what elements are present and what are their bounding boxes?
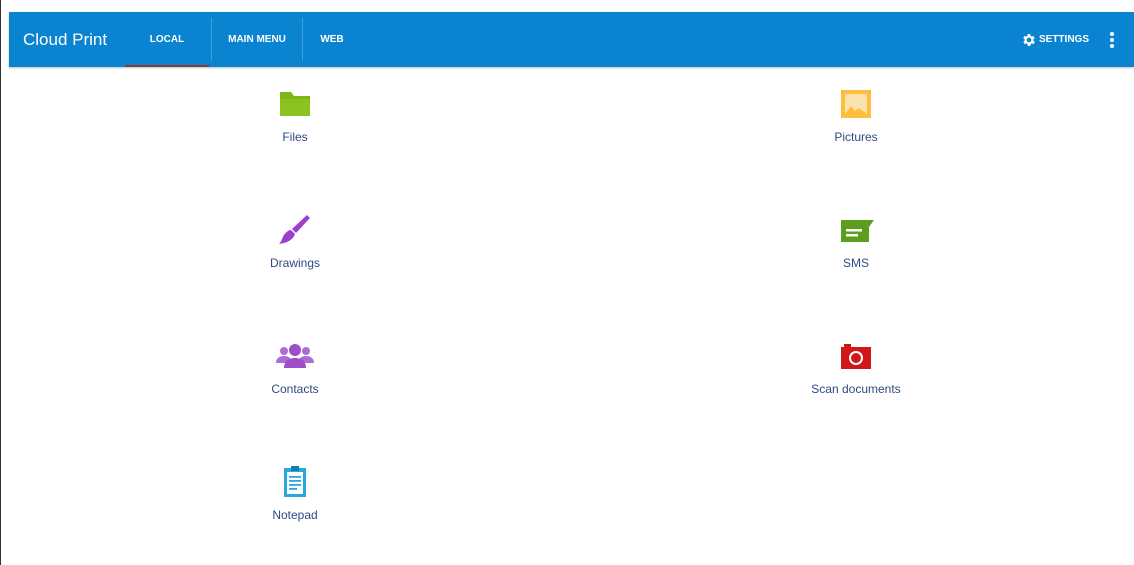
- app-window: Cloud Print LOCAL MAIN MENU WEB SETTINGS…: [0, 0, 1134, 565]
- tile-label: Contacts: [271, 382, 319, 396]
- tile-sms[interactable]: SMS: [756, 214, 956, 294]
- tile-label: Scan documents: [811, 382, 901, 396]
- contacts-icon: [276, 344, 314, 368]
- tab-web[interactable]: WEB: [303, 12, 361, 67]
- tile-pictures[interactable]: Pictures: [756, 88, 956, 168]
- tile-label: Pictures: [834, 130, 878, 144]
- camera-icon: [841, 344, 871, 369]
- tile-label: Files: [282, 130, 308, 144]
- settings-button[interactable]: SETTINGS: [1021, 12, 1109, 67]
- more-vert-icon: [1110, 31, 1114, 48]
- tab-local[interactable]: LOCAL: [123, 12, 211, 67]
- app-bar: Cloud Print LOCAL MAIN MENU WEB SETTINGS: [9, 12, 1134, 67]
- tile-drawings[interactable]: Drawings: [195, 214, 395, 294]
- folder-icon: [280, 92, 310, 116]
- settings-label: SETTINGS: [1038, 34, 1089, 45]
- tile-label: Drawings: [269, 256, 320, 270]
- tile-files[interactable]: Files: [195, 88, 395, 168]
- message-icon: [841, 220, 874, 242]
- image-icon: [841, 90, 871, 118]
- app-bar-spacer: [361, 12, 1021, 67]
- clipboard-icon: [284, 466, 306, 497]
- overflow-menu-button[interactable]: [1109, 12, 1134, 67]
- tab-main-menu[interactable]: MAIN MENU: [212, 12, 302, 67]
- tile-scan-documents[interactable]: Scan documents: [756, 340, 956, 420]
- app-title: Cloud Print: [23, 30, 108, 49]
- tile-contacts[interactable]: Contacts: [195, 340, 395, 420]
- tile-label: SMS: [842, 256, 869, 270]
- paintbrush-icon: [279, 215, 310, 244]
- gear-icon: [1023, 33, 1035, 46]
- tile-notepad[interactable]: Notepad: [195, 466, 395, 546]
- tile-label: Notepad: [272, 508, 318, 522]
